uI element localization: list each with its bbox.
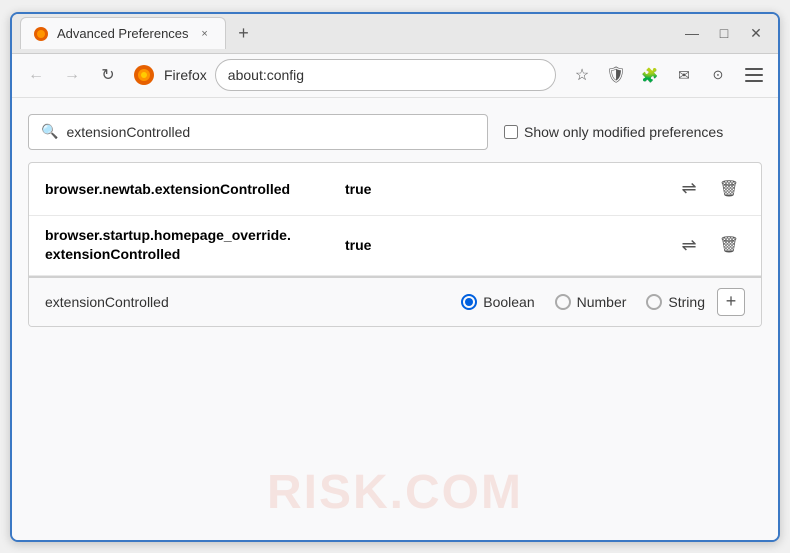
trash-icon-1: 🗑 [719, 179, 739, 199]
radio-group: Boolean Number String [461, 294, 705, 310]
pref-actions-2: ⇌ 🗑 [673, 229, 745, 261]
delete-button-1[interactable]: 🗑 [713, 173, 745, 205]
radio-boolean-circle [461, 294, 477, 310]
radio-number-label: Number [577, 294, 627, 310]
back-button[interactable]: ← [20, 59, 52, 91]
radio-boolean-label: Boolean [483, 294, 534, 310]
browser-name: Firefox [164, 67, 207, 83]
pref-actions-1: ⇌ 🗑 [673, 173, 745, 205]
transfer-button-1[interactable]: ⇌ [673, 173, 705, 205]
radio-string[interactable]: String [646, 294, 705, 310]
pref-row: browser.newtab.extensionControlled true … [29, 163, 761, 216]
pref-value-2: true [345, 237, 371, 253]
browser-tab[interactable]: Advanced Preferences × [20, 17, 226, 49]
new-tab-button[interactable]: + [230, 19, 258, 47]
delete-button-2[interactable]: 🗑 [713, 229, 745, 261]
window-controls: — □ ✕ [678, 19, 770, 47]
extension-icon[interactable]: 🧩 [636, 61, 664, 89]
search-icon: 🔍 [41, 123, 58, 140]
show-modified-text: Show only modified preferences [524, 124, 723, 140]
cloud-icon[interactable]: ⊙ [704, 61, 732, 89]
search-box: 🔍 [28, 114, 488, 150]
search-input[interactable] [66, 124, 475, 140]
transfer-icon-1: ⇌ [681, 178, 696, 199]
radio-string-label: String [668, 294, 705, 310]
title-bar: Advanced Preferences × + — □ ✕ [12, 14, 778, 54]
new-pref-name: extensionControlled [45, 294, 305, 310]
tab-close-button[interactable]: × [197, 26, 213, 42]
maximize-button[interactable]: □ [710, 19, 738, 47]
show-modified-checkbox[interactable] [504, 125, 518, 139]
firefox-logo [132, 63, 156, 87]
pref-name-2-line2: extensionControlled [45, 245, 345, 265]
radio-string-circle [646, 294, 662, 310]
radio-number-circle [555, 294, 571, 310]
watermark: RISK.COM [267, 465, 523, 520]
prefs-table: browser.newtab.extensionControlled true … [28, 162, 762, 327]
email-icon[interactable]: ✉ [670, 61, 698, 89]
transfer-icon-2: ⇌ [681, 235, 696, 256]
nav-icons: ☆ 🛡 🧩 ✉ ⊙ [568, 59, 770, 91]
content-area: RISK.COM 🔍 Show only modified preference… [12, 98, 778, 540]
url-text: about:config [228, 67, 304, 83]
minimize-button[interactable]: — [678, 19, 706, 47]
browser-window: Advanced Preferences × + — □ ✕ ← → ↻ Fir… [10, 12, 780, 542]
address-bar[interactable]: about:config [215, 59, 556, 91]
bookmark-icon[interactable]: ☆ [568, 61, 596, 89]
show-modified-label[interactable]: Show only modified preferences [504, 124, 723, 140]
search-row: 🔍 Show only modified preferences [28, 114, 762, 150]
radio-boolean[interactable]: Boolean [461, 294, 534, 310]
forward-button[interactable]: → [56, 59, 88, 91]
pref-name-2: browser.startup.homepage_override. exten… [45, 226, 345, 265]
new-pref-row: extensionControlled Boolean Number Strin… [29, 276, 761, 326]
trash-icon-2: 🗑 [719, 235, 739, 255]
pref-row-2: browser.startup.homepage_override. exten… [29, 216, 761, 276]
pref-value-1: true [345, 181, 371, 197]
pref-name-1: browser.newtab.extensionControlled [45, 181, 345, 197]
transfer-button-2[interactable]: ⇌ [673, 229, 705, 261]
close-button[interactable]: ✕ [742, 19, 770, 47]
add-pref-button[interactable]: + [717, 288, 745, 316]
hamburger-menu-button[interactable] [738, 59, 770, 91]
nav-bar: ← → ↻ Firefox about:config ☆ 🛡 🧩 ✉ ⊙ [12, 54, 778, 98]
radio-number[interactable]: Number [555, 294, 627, 310]
shield-icon[interactable]: 🛡 [602, 61, 630, 89]
reload-button[interactable]: ↻ [92, 59, 124, 91]
tab-title: Advanced Preferences [57, 26, 189, 41]
pref-name-2-line1: browser.startup.homepage_override. [45, 226, 345, 246]
tab-favicon [33, 26, 49, 42]
